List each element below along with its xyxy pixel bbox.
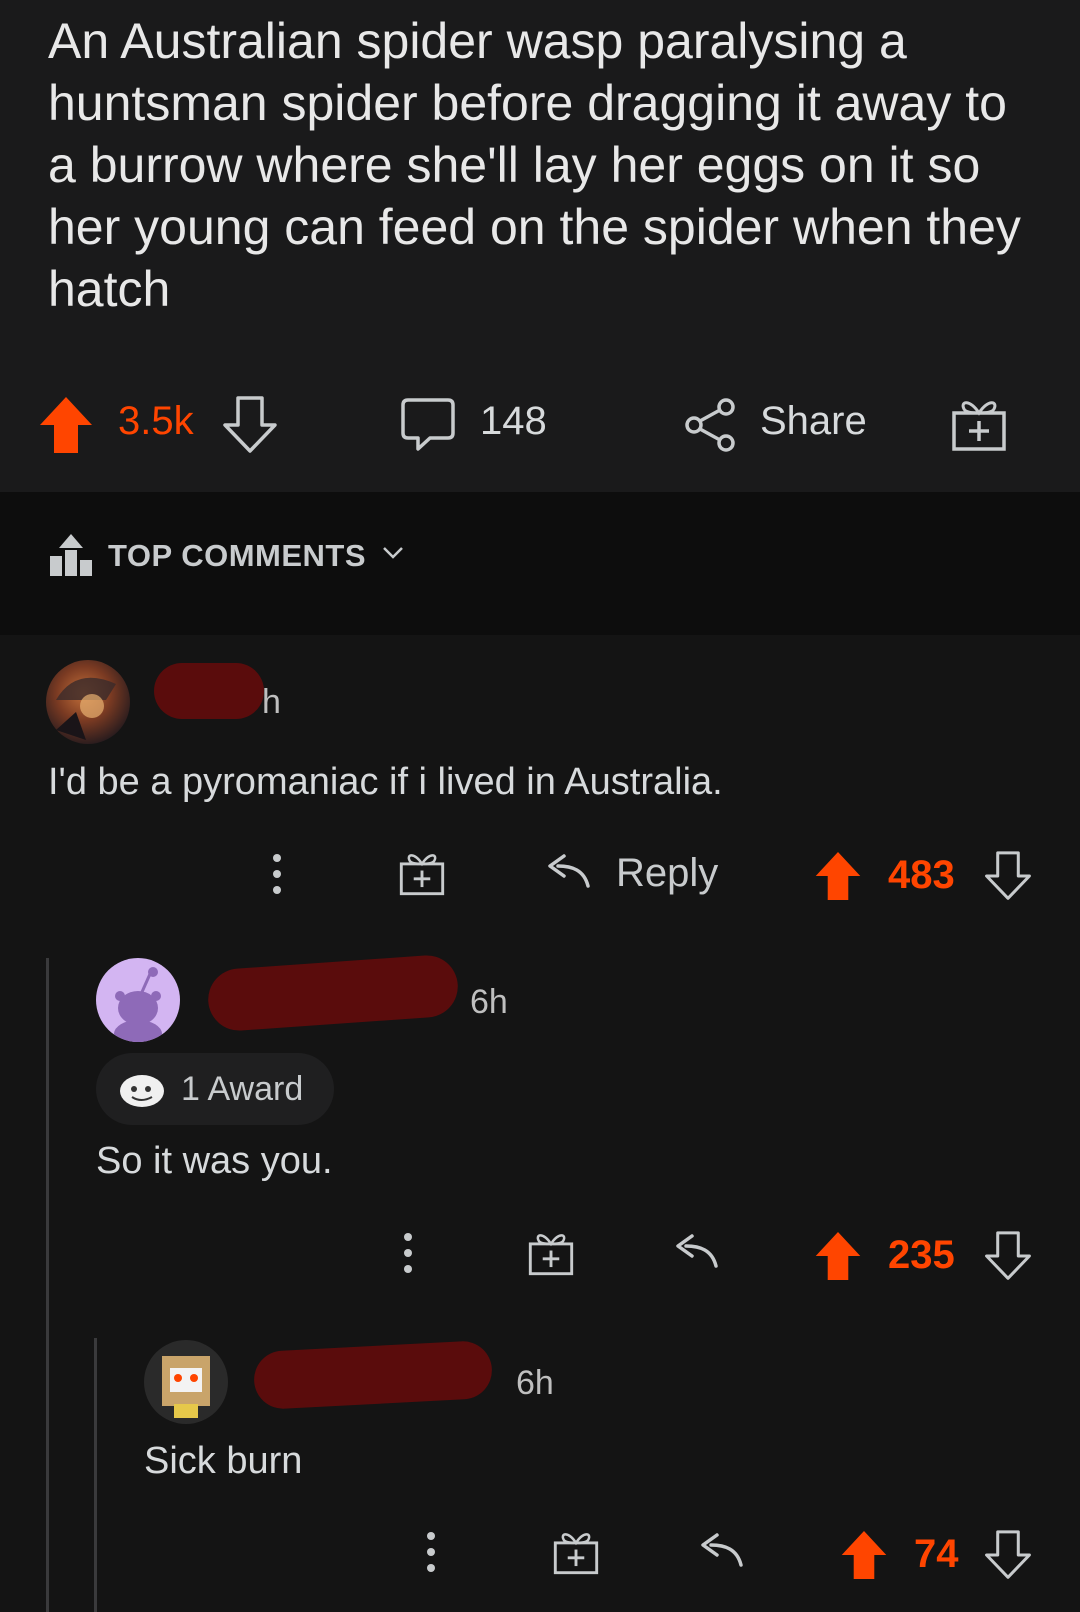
- gift-icon[interactable]: [527, 1229, 575, 1277]
- downvote-icon[interactable]: [984, 850, 1032, 902]
- more-options-icon[interactable]: [393, 1231, 423, 1275]
- redacted-username: [154, 663, 264, 719]
- comment-score: 483: [888, 853, 955, 897]
- post-card: An Australian spider wasp paralysing a h…: [0, 0, 1080, 492]
- gift-icon[interactable]: [552, 1528, 600, 1576]
- comment-age: 6h: [470, 983, 508, 1021]
- thread-line[interactable]: [94, 1338, 97, 1612]
- upvote-icon[interactable]: [38, 395, 94, 455]
- post-action-bar: 3.5k 148 Share: [0, 395, 1080, 475]
- reply-button[interactable]: Reply: [616, 851, 718, 896]
- comment-body: So it was you.: [96, 1140, 333, 1182]
- comment-body: I'd be a pyromaniac if i lived in Austra…: [48, 761, 723, 803]
- post-title[interactable]: An Australian spider wasp paralysing a h…: [48, 10, 1048, 320]
- comment-score: 74: [914, 1532, 959, 1576]
- gift-icon[interactable]: [950, 395, 1008, 453]
- comment-age: h: [262, 683, 281, 721]
- post-comment-count: 148: [480, 399, 547, 443]
- share-icon[interactable]: [682, 397, 738, 453]
- comments-sort-bar: TOP COMMENTS: [0, 492, 1080, 635]
- more-options-icon[interactable]: [262, 852, 292, 896]
- more-options-icon[interactable]: [416, 1530, 446, 1574]
- sort-label[interactable]: TOP COMMENTS: [108, 538, 366, 574]
- comment-age: 6h: [516, 1364, 554, 1402]
- award-badge[interactable]: 1 Award: [96, 1053, 334, 1125]
- avatar[interactable]: [96, 958, 180, 1042]
- gift-icon[interactable]: [398, 849, 446, 897]
- avatar[interactable]: [144, 1340, 228, 1424]
- comment-bubble-icon[interactable]: [400, 397, 456, 453]
- upvote-icon[interactable]: [814, 850, 862, 902]
- redacted-username: [252, 1339, 494, 1411]
- downvote-icon[interactable]: [984, 1230, 1032, 1282]
- avatar[interactable]: [46, 660, 130, 744]
- share-button[interactable]: Share: [760, 399, 867, 444]
- upvote-icon[interactable]: [840, 1529, 888, 1581]
- reply-arrow-icon[interactable]: [697, 1533, 743, 1569]
- sort-top-icon: [48, 532, 94, 578]
- thread-line[interactable]: [46, 958, 49, 1612]
- award-icon: [118, 1069, 166, 1109]
- downvote-icon[interactable]: [984, 1529, 1032, 1581]
- upvote-icon[interactable]: [814, 1230, 862, 1282]
- reply-arrow-icon[interactable]: [544, 854, 590, 890]
- post-score: 3.5k: [118, 399, 194, 443]
- award-label: 1 Award: [181, 1070, 304, 1108]
- downvote-icon[interactable]: [222, 395, 278, 455]
- redacted-username: [206, 953, 460, 1033]
- comment-score: 235: [888, 1233, 955, 1277]
- reply-arrow-icon[interactable]: [672, 1234, 718, 1270]
- comment-body: Sick burn: [144, 1440, 303, 1482]
- chevron-down-icon[interactable]: [382, 546, 404, 560]
